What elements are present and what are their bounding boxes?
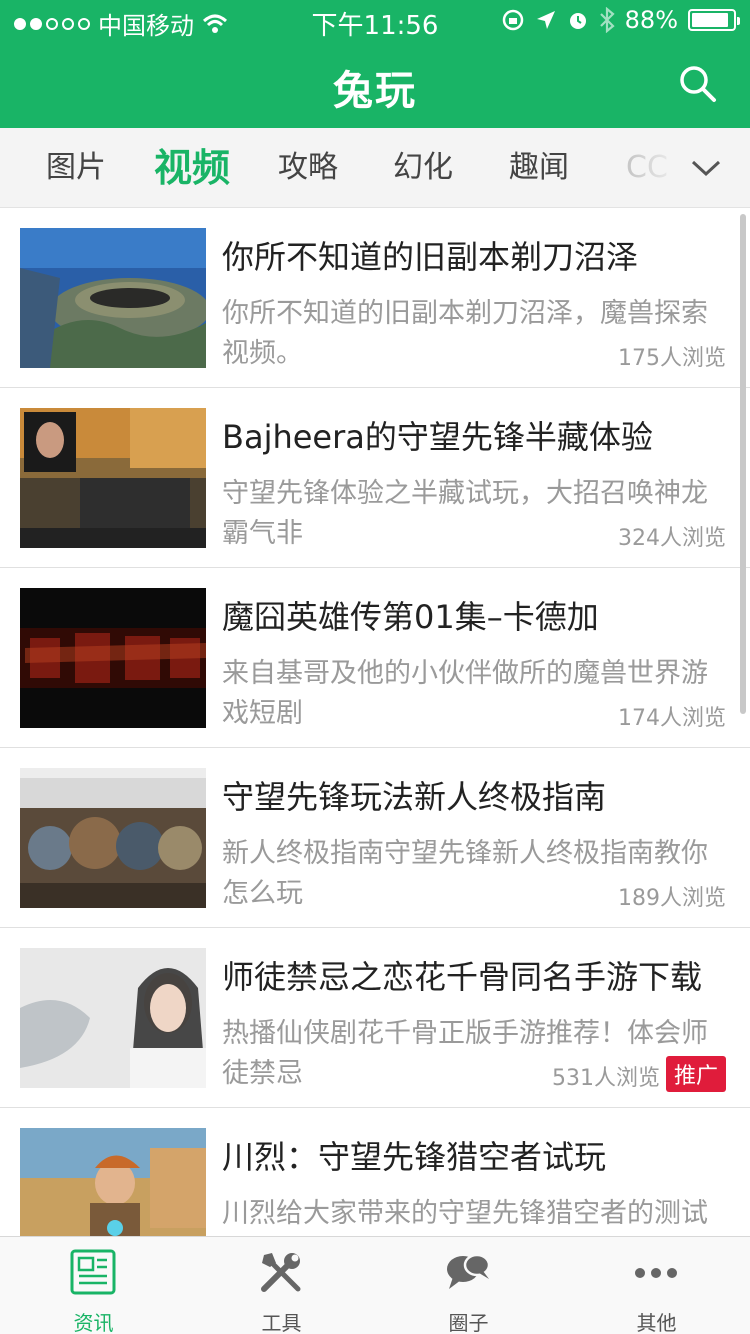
nav-more[interactable]: 其他 <box>563 1237 750 1334</box>
scrollbar[interactable] <box>740 214 746 714</box>
chevron-down-icon[interactable] <box>690 154 722 182</box>
bluetooth-icon <box>599 7 615 33</box>
video-thumbnail <box>20 228 206 368</box>
video-thumbnail <box>20 588 206 728</box>
video-thumbnail <box>20 408 206 548</box>
item-title: 你所不知道的旧副本剃刀沼泽 <box>222 238 639 276</box>
page-title: 兔玩 <box>333 68 417 114</box>
nav-label: 其他 <box>636 1311 677 1334</box>
nav-tools[interactable]: 工具 <box>188 1237 375 1334</box>
battery-label: 88% <box>624 6 678 34</box>
view-count: 189人浏览 <box>612 880 726 912</box>
tab-transmog[interactable]: 幻化 <box>393 128 453 207</box>
nav-label: 资讯 <box>73 1311 114 1334</box>
search-icon[interactable] <box>678 64 718 104</box>
item-title: 魔囧英雄传第01集–卡德加 <box>222 598 599 636</box>
battery-icon <box>688 9 740 31</box>
item-title: 川烈：守望先锋猎空者试玩 <box>222 1138 607 1176</box>
tab-videos[interactable]: 视频 <box>154 128 230 207</box>
nav-label: 工具 <box>261 1311 302 1334</box>
category-tabs: 图片 视频 攻略 幻化 趣闻 CC <box>0 128 750 208</box>
item-title: Bajheera的守望先锋半藏体验 <box>222 418 653 456</box>
view-count: 174人浏览 <box>612 700 726 732</box>
alarm-icon <box>569 13 586 29</box>
promo-badge: 推广 <box>665 1056 726 1092</box>
list-item[interactable]: 师徒禁忌之恋花千骨同名手游下载 热播仙侠剧花千骨正版手游推荐！体会师徒禁忌 53… <box>0 928 750 1108</box>
more-icon <box>635 1268 677 1278</box>
rotation-lock-icon <box>502 9 523 31</box>
tab-news[interactable]: 趣闻 <box>509 128 569 207</box>
list-item[interactable]: 你所不知道的旧副本剃刀沼泽 你所不知道的旧副本剃刀沼泽，魔兽探索视频。 175人… <box>0 208 750 388</box>
tab-guides[interactable]: 攻略 <box>278 128 338 207</box>
status-bar: 中国移动 下午11:56 88% <box>0 0 750 41</box>
app-header: 中国移动 下午11:56 88% 兔玩 <box>0 0 750 128</box>
item-description: 川烈给大家带来的守望先锋猎空者的测试 <box>222 1198 708 1229</box>
item-title: 守望先锋玩法新人终极指南 <box>222 778 607 816</box>
tab-pictures[interactable]: 图片 <box>46 128 106 207</box>
bottom-nav: 资讯 工具 圈子 其他 <box>0 1236 750 1334</box>
video-list: 你所不知道的旧副本剃刀沼泽 你所不知道的旧副本剃刀沼泽，魔兽探索视频。 175人… <box>0 208 750 1236</box>
location-icon <box>536 11 555 29</box>
list-item[interactable]: 川烈：守望先锋猎空者试玩 川烈给大家带来的守望先锋猎空者的测试 <box>0 1108 750 1236</box>
list-item[interactable]: 守望先锋玩法新人终极指南 新人终极指南守望先锋新人终极指南教你怎么玩 189人浏… <box>0 748 750 928</box>
tools-icon <box>261 1253 301 1292</box>
list-item[interactable]: 魔囧英雄传第01集–卡德加 来自基哥及他的小伙伴做所的魔兽世界游戏短剧 174人… <box>0 568 750 748</box>
item-title: 师徒禁忌之恋花千骨同名手游下载 <box>222 958 703 996</box>
video-thumbnail <box>20 1128 206 1236</box>
chat-bubbles-icon <box>447 1253 491 1289</box>
newspaper-icon <box>70 1249 116 1295</box>
video-thumbnail <box>20 768 206 908</box>
view-count: 324人浏览 <box>612 520 726 552</box>
video-thumbnail <box>20 948 206 1088</box>
view-count: 531人浏览 <box>546 1060 660 1092</box>
view-count: 175人浏览 <box>612 340 726 372</box>
nav-community[interactable]: 圈子 <box>375 1237 562 1334</box>
nav-label: 圈子 <box>448 1311 489 1334</box>
list-item[interactable]: Bajheera的守望先锋半藏体验 守望先锋体验之半藏试玩，大招召唤神龙霸气非 … <box>0 388 750 568</box>
nav-news[interactable]: 资讯 <box>0 1237 187 1334</box>
